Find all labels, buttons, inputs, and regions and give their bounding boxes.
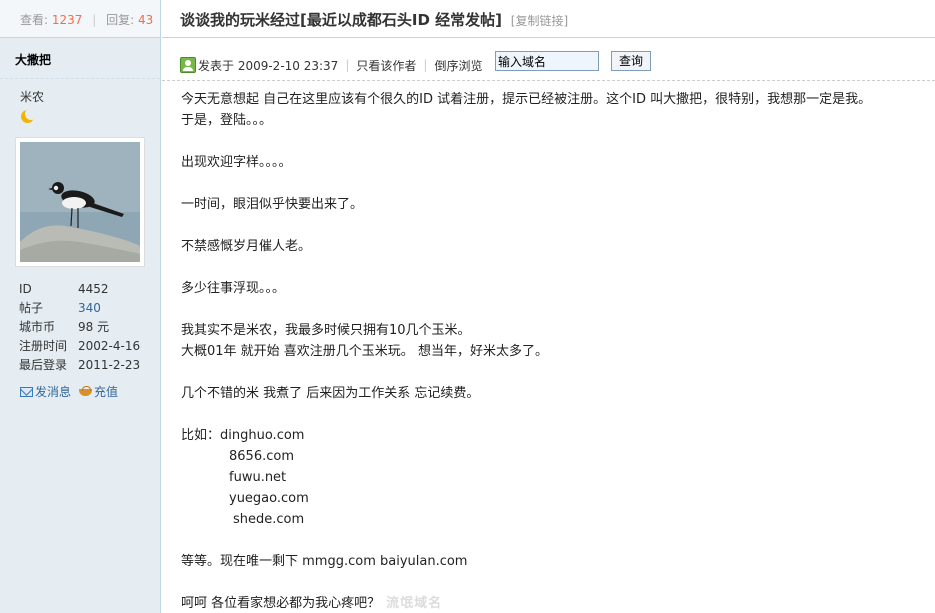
post-date: 发表于 2009-2-10 23:37 [198,58,339,73]
profile-row-last-login: 最后登录 2011-2-23 [19,356,159,375]
post-paragraph: 今天无意想起 自己在这里应该有个很久的ID 试着注册，提示已经被注册。这个ID … [181,92,872,107]
stats-divider: | [92,13,97,27]
copy-link-button[interactable]: [复制链接] [511,14,568,28]
post-paragraph: 不禁感慨岁月催人老。 [181,239,312,254]
post-paragraph: 大概01年 就开始 喜欢注册几个玉米玩。 想当年，好米太多了。 [181,344,548,359]
author-profile: ID 4452 帖子 340 城市币 98 元 注册时间 2002-4-16 最… [19,280,159,375]
money-bag-icon [79,386,93,397]
registered-label: 注册时间 [19,339,68,353]
only-author-link[interactable]: 只看该作者 [356,57,416,74]
replies-label: 回复: [106,13,135,27]
post-paragraph: 多少往事浮现。。。 [181,281,286,296]
author-sidebar: 查看: 1237 | 回复: 43 大撒把 米农 ID 4452 帖子 340 … [0,0,161,613]
post-paragraph: 一时间，眼泪似乎快要出来了。 [181,197,364,212]
domain-item: yuegao.com [229,491,309,506]
coins-value: 98 元 [78,320,110,334]
post-paragraph: 几个不错的米 我煮了 后来因为工作关系 忘记续费。 [181,386,480,401]
post-meta: 发表于 2009-2-10 23:37 | 只看该作者 | 倒序浏览 [180,52,482,78]
bird-photo [20,142,140,262]
meta-divider: | [345,58,350,72]
post-content: 今天无意想起 自己在这里应该有个很久的ID 试着注册，提示已经被注册。这个ID … [181,89,931,613]
avatar[interactable] [15,137,145,267]
send-message-label[interactable]: 发消息 [35,383,71,400]
last-login-label: 最后登录 [19,358,68,372]
post-paragraph: 出现欢迎字样。。。。 [181,155,292,170]
mail-icon [20,386,33,397]
id-value: 4452 [78,282,109,296]
send-message-link[interactable]: 发消息 [20,383,71,400]
post-paragraph-text: 呵呵 各位看家想必都为我心疼吧？ [181,596,381,611]
author-name[interactable]: 大撒把 [0,38,160,79]
post-paragraph: 等等。现在唯一剩下 mmgg.com baiyulan.com [181,554,468,569]
last-login-value: 2011-2-23 [78,358,141,372]
views-count: 1237 [51,13,83,27]
query-button[interactable]: 查询 [611,51,651,71]
domain-item: 8656.com [229,449,294,464]
thread-stats: 查看: 1237 | 回复: 43 [0,0,160,38]
domain-item: shede.com [233,512,305,527]
registered-value: 2002-4-16 [78,339,141,353]
watermark: 流氓域名 [386,596,443,611]
profile-row-coins: 城市币 98 元 [19,318,159,337]
coins-label: 城市币 [19,320,56,334]
replies-count: 43 [138,13,154,27]
profile-row-posts: 帖子 340 [19,299,159,318]
recharge-label[interactable]: 充值 [94,383,118,400]
meta-divider: | [423,58,428,72]
profile-row-registered: 注册时间 2002-4-16 [19,337,159,356]
profile-row-id: ID 4452 [19,280,159,299]
post-main: 谈谈我的玩米经过[最近以成都石头ID 经常发帖] [复制链接] 发表于 2009… [162,0,935,613]
posts-label: 帖子 [19,301,44,315]
recharge-link[interactable]: 充值 [79,383,118,400]
user-online-icon [180,57,196,73]
domain-item: fuwu.net [229,470,287,485]
post-paragraph: 我其实不是米农，我最多时候只拥有10几个玉米。 [181,323,471,338]
post-paragraph: 于是，登陆。。。 [181,113,273,128]
thread-title: 谈谈我的玩米经过[最近以成都石头ID 经常发帖] [180,11,502,29]
user-actions: 发消息 充值 [20,383,118,400]
user-group: 米农 [20,90,45,104]
reverse-order-link[interactable]: 倒序浏览 [434,57,482,74]
domain-search-input[interactable] [495,51,599,71]
post-paragraph: 比如：dinghuo.com [181,428,305,443]
author-name-text[interactable]: 大撒把 [15,53,51,67]
id-label: ID [19,282,32,296]
moon-icon [20,108,37,125]
post-paragraph: 呵呵 各位看家想必都为我心疼吧？ 流氓域名 [181,593,931,613]
views-label: 查看: [20,13,49,27]
thread-title-bar: 谈谈我的玩米经过[最近以成都石头ID 经常发帖] [复制链接] [162,0,935,38]
divider [162,80,935,81]
posts-value-link[interactable]: 340 [78,299,101,318]
